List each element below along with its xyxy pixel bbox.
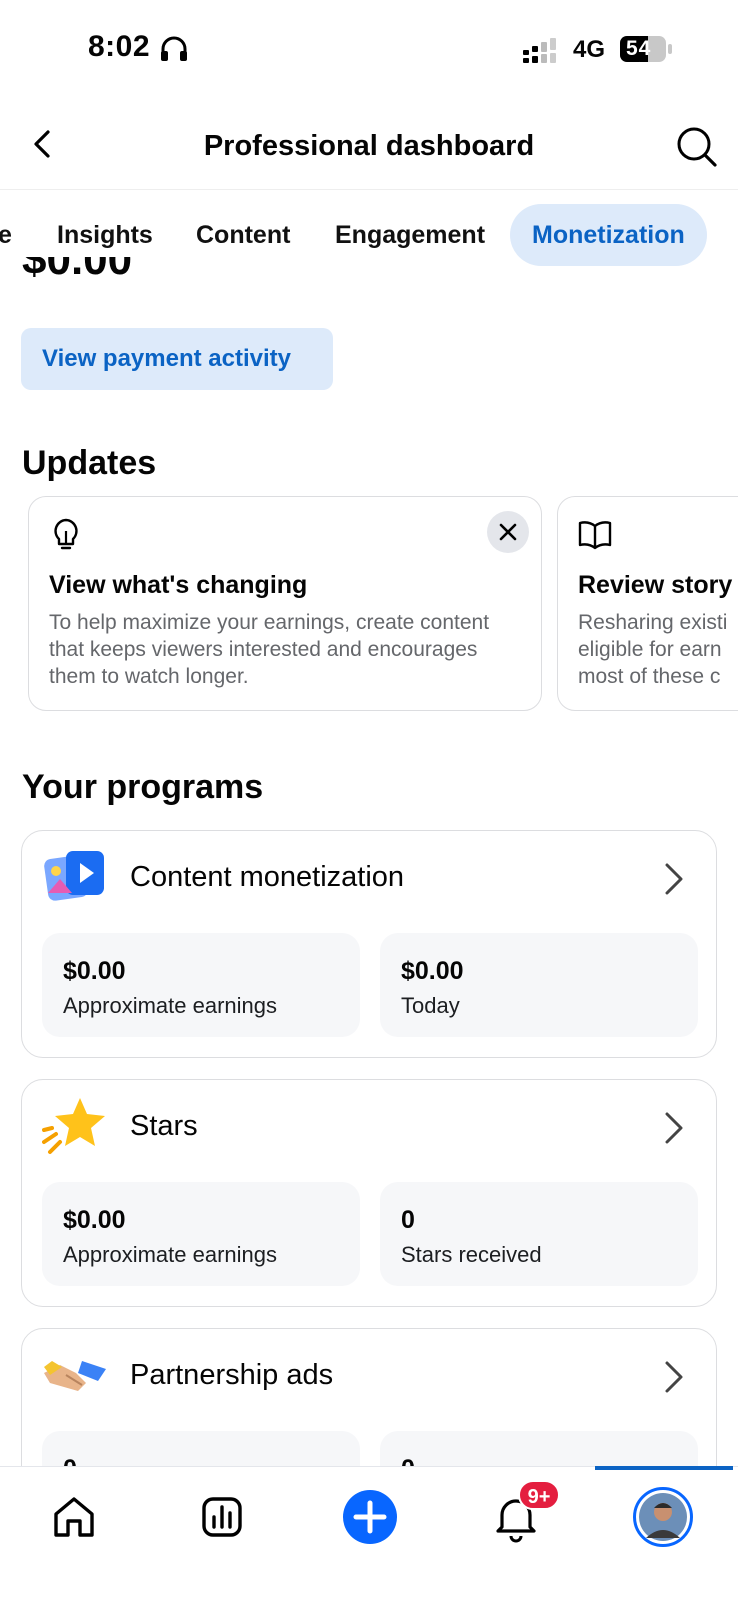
close-icon [499, 523, 517, 541]
chevron-right-icon [665, 1361, 683, 1393]
program-card-stars[interactable]: Stars $0.00 Approximate earnings 0 Stars… [21, 1079, 717, 1307]
content-monetization-icon [44, 851, 104, 901]
chevron-right-icon [665, 1112, 683, 1144]
stat-value: $0.00 [63, 957, 126, 985]
stat-box: 0 Stars received [380, 1182, 698, 1286]
battery-icon: 54 [620, 36, 672, 62]
update-card[interactable]: Review story Resharing existi eligible f… [557, 496, 738, 711]
update-card[interactable]: View what's changing To help maximize yo… [28, 496, 542, 711]
stat-box: $0.00 Today [380, 933, 698, 1037]
header: Professional dashboard [0, 110, 738, 190]
dismiss-button[interactable] [487, 511, 529, 553]
battery-level: 54 [626, 37, 652, 60]
update-card-title: View what's changing [49, 571, 308, 599]
update-card-body: To help maximize your earnings, create c… [49, 611, 490, 688]
stat-value: $0.00 [63, 1206, 126, 1234]
page-title: Professional dashboard [203, 130, 535, 162]
headphones-icon [161, 36, 187, 61]
notification-badge: 9+ [518, 1480, 560, 1510]
balance-amount: $0.00 [22, 257, 222, 297]
search-icon[interactable] [676, 126, 718, 168]
lightbulb-icon [54, 518, 78, 550]
stat-box: $0.00 Approximate earnings [42, 1182, 360, 1286]
chevron-right-icon [665, 863, 683, 895]
signal-icon [523, 38, 556, 63]
updates-heading: Updates [22, 444, 157, 482]
tab-monetization[interactable]: Monetization [510, 204, 707, 266]
status-time: 8:02 [88, 30, 151, 63]
balance-value: $0.00 [22, 257, 133, 284]
view-payment-activity-button[interactable]: View payment activity [21, 328, 333, 390]
handshake-icon [44, 1361, 106, 1391]
active-nav-indicator [595, 1466, 733, 1470]
stat-label: Approximate earnings [63, 1242, 278, 1267]
stat-box: $0.00 Approximate earnings [42, 933, 360, 1037]
program-card-content-monetization[interactable]: Content monetization $0.00 Approximate e… [21, 830, 717, 1058]
profile-avatar[interactable] [633, 1487, 693, 1547]
insights-icon[interactable] [192, 1487, 252, 1547]
tab-partial[interactable]: e [0, 204, 12, 266]
bottom-navigation [0, 1466, 738, 1600]
update-card-title: Review story [578, 571, 733, 599]
stat-label: Approximate earnings [63, 993, 278, 1018]
program-title: Stars [130, 1110, 198, 1142]
book-icon [578, 521, 612, 550]
network-type: 4G [573, 36, 606, 63]
status-bar: 8:02 4G 54 [0, 0, 738, 100]
program-title: Partnership ads [130, 1359, 334, 1391]
home-icon[interactable] [44, 1487, 104, 1547]
programs-heading: Your programs [22, 768, 264, 806]
stat-label: Stars received [401, 1242, 542, 1267]
stat-label: Today [401, 993, 460, 1018]
program-title: Content monetization [130, 861, 405, 893]
create-icon[interactable] [338, 1485, 402, 1549]
star-icon [42, 1098, 105, 1154]
tab-engagement[interactable]: Engagement [335, 204, 485, 266]
stat-value: 0 [401, 1206, 415, 1234]
stat-value: $0.00 [401, 957, 464, 985]
avatar-image [639, 1493, 687, 1541]
update-card-body: Resharing existi eligible for earn most … [578, 611, 728, 688]
